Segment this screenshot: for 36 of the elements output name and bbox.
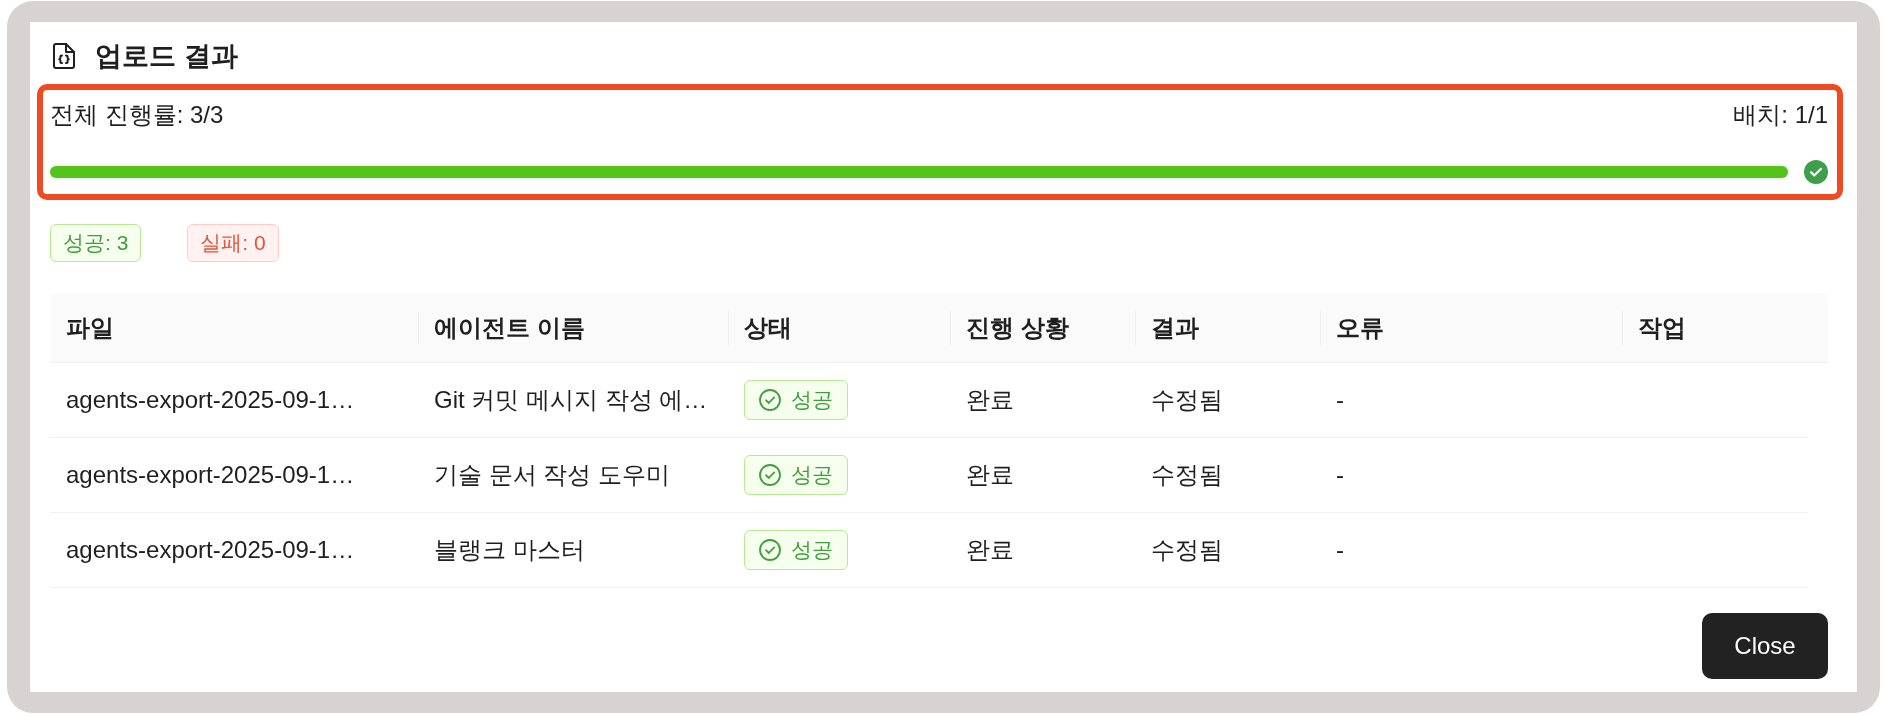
agent-name: 블랭크 마스터: [434, 535, 585, 565]
file-name: agents-export-2025-09-1…: [66, 461, 355, 489]
batch-label: 배치: 1/1: [1733, 103, 1828, 127]
progress-status: 완료: [966, 385, 1014, 415]
file-name: agents-export-2025-09-1…: [66, 386, 355, 414]
result-text: 수정됨: [1151, 385, 1223, 415]
close-button[interactable]: Close: [1702, 613, 1828, 679]
file-name: agents-export-2025-09-1…: [66, 536, 355, 564]
agent-name: 기술 문서 작성 도우미: [434, 460, 670, 490]
check-circle-icon: [1804, 160, 1828, 184]
dialog-title: 업로드 결과: [95, 41, 238, 71]
column-header: 오류: [1320, 293, 1622, 362]
column-header: 에이전트 이름: [418, 293, 728, 362]
result-text: 수정됨: [1151, 460, 1223, 490]
summary-tag: 성공: 3: [50, 224, 142, 262]
result-text: 수정됨: [1151, 535, 1223, 565]
agent-name: Git 커밋 메시지 작성 에…: [434, 385, 708, 415]
check-circle-icon: [759, 389, 781, 411]
check-circle-icon: [759, 464, 781, 486]
column-header: 진행 상황: [950, 293, 1135, 362]
column-header: 작업: [1622, 293, 1828, 362]
status-label: 성공: [791, 389, 833, 411]
status-label: 성공: [791, 464, 833, 486]
check-circle-icon: [759, 539, 781, 561]
error-text: -: [1336, 536, 1344, 564]
file-code-icon: [53, 43, 75, 69]
progress-status: 완료: [966, 460, 1014, 490]
column-header: 파일: [65, 312, 115, 343]
status-label: 성공: [791, 539, 833, 561]
summary-tag: 실패: 0: [187, 224, 279, 262]
error-text: -: [1336, 461, 1344, 489]
progress-status: 완료: [966, 535, 1014, 565]
column-header: 결과: [1135, 293, 1320, 362]
column-header: 상태: [728, 293, 950, 362]
error-text: -: [1336, 386, 1344, 414]
progress-label: 전체 진행률: 3/3: [50, 103, 224, 127]
